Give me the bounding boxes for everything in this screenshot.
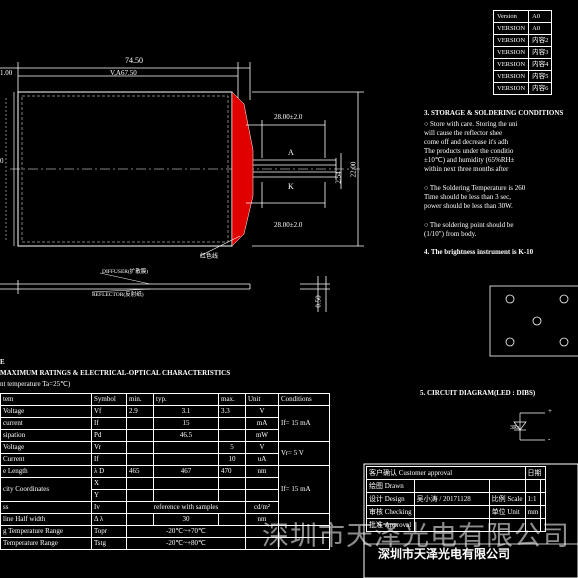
storage-line: ○ Store with care. Storing the uni: [424, 120, 518, 128]
label-anode: A: [288, 148, 294, 157]
point-line: (1/10") from body.: [424, 230, 477, 238]
red-end-cap: [231, 91, 254, 247]
led-dot: [505, 337, 515, 347]
circuit-plus: +: [548, 407, 552, 415]
table-row: Voltage Vf 2.9 3.1 3.3 V If= 15 mA: [0, 405, 330, 442]
spec-section-label: E: [0, 358, 5, 366]
circuit-part: 3Rs: [510, 425, 520, 431]
led-dot: [559, 337, 569, 347]
point-line: ○ The soldering point should be: [424, 221, 514, 229]
version-row: VERSION 内容6: [492, 82, 553, 95]
version-row: VERSION 内容4: [492, 58, 553, 71]
title-row: 设计 Design 吴小涛 / 20171128 比例 Scale 1:1: [366, 492, 547, 506]
led-dot: [532, 316, 542, 326]
dim-body-length: V,A67.50: [110, 69, 137, 77]
version-table: Version A0 VERSION A0 VERSION 内容2 VERSION 内容…: [492, 10, 553, 95]
circuit-title: 5. CIRCUIT DIAGRAM(LED : DIBS): [420, 389, 536, 397]
label-reflector: REFLECTOR(反射纸): [92, 292, 144, 298]
version-row: VERSION 内容3: [492, 46, 553, 59]
led-dot: [505, 294, 515, 304]
spec-heading: MAXIMUM RATINGS & ELECTRICAL-OPTICAL CHA…: [0, 369, 231, 377]
label-cathode: K: [288, 182, 294, 191]
version-row: VERSION 内容2: [492, 34, 553, 47]
spec-header-row: tem Symbol min. typ. max. Unit Condition…: [0, 393, 330, 406]
dim-lead-top: 28.00±2.0: [274, 113, 303, 121]
spec-ambient: nt temperature Ta=25℃): [0, 380, 71, 388]
led-layout-box: [489, 285, 578, 357]
solder-line: Time should be less than 3 sec,: [424, 193, 512, 201]
table-row: e Length λ D 465 467 470 nm If= 15 mA: [0, 465, 330, 514]
table-row: Voltage Vr 5 V Vr= 5 V: [0, 441, 330, 466]
spec-cond: If= 15 mA: [278, 465, 330, 514]
title-row: 客户确认 Customer approval 日期: [366, 466, 547, 480]
storage-title: 3. STORAGE & SOLDERING CONDITIONS: [424, 109, 564, 117]
storage-line: within next three months after: [424, 165, 509, 173]
version-row: VERSION A0: [492, 22, 553, 35]
version-row: Version A0: [492, 10, 553, 23]
watermark: 深圳市天泽光电有限公司: [262, 521, 570, 552]
dim-lead-bottom: 28.00±2.0: [274, 221, 303, 229]
circuit-minus: -: [548, 435, 551, 443]
led-dot: [559, 294, 569, 304]
solder-line: ○ The Soldering Temperature is 260: [424, 184, 526, 192]
title-row: 绘图 Drawn: [366, 479, 547, 493]
dim-side-thickness: 0.50: [314, 295, 323, 308]
dim-total-length: 74.50: [125, 56, 143, 65]
spec-cond: If= 15 mA: [278, 405, 330, 442]
storage-line: The products under the conditio: [424, 147, 514, 155]
dim-left-height: 0: [0, 157, 4, 165]
label-diffuser: DIFFUSER(扩散膜): [102, 269, 149, 275]
dim-left-offset: 1.00: [0, 69, 13, 77]
storage-line: come off and decrease it's adh: [424, 138, 509, 146]
storage-line: will cause the reflector shee: [424, 129, 503, 137]
version-row: VERSION 内容5: [492, 70, 553, 83]
spec-cond: Vr= 5 V: [278, 441, 330, 466]
label-red-wire: 红色线: [200, 254, 219, 260]
storage-line: ±10℃) and humidity (65%RH±: [424, 156, 515, 164]
solder-line: power should be less than 30W.: [424, 202, 513, 210]
dim-height: 22.00: [349, 161, 358, 178]
brightness-note: 4. The brightness instrument is K-10: [424, 248, 534, 256]
dim-pitch: 2.54: [334, 171, 343, 184]
